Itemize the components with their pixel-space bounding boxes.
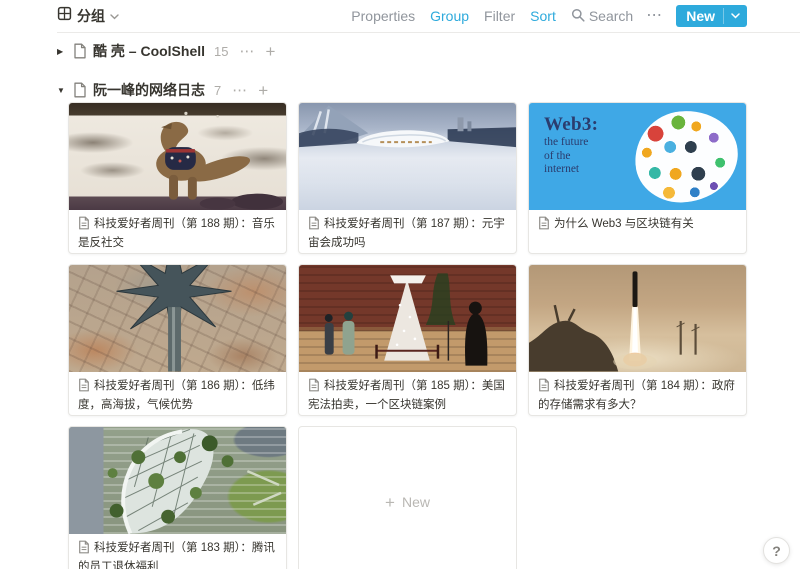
card-title-text: 科技爱好者周刊（第 184 期）：政府的存储需求有多大？ — [538, 380, 735, 411]
card-issue-184[interactable]: 科技爱好者周刊（第 184 期）：政府的存储需求有多大？ — [528, 264, 747, 416]
group-button[interactable]: Group — [430, 8, 469, 24]
group-count: 15 — [214, 44, 228, 59]
group-row-ruanyifeng: ▼ 阮一峰的网络日志 7 ⋯ + — [57, 79, 800, 101]
gallery-grid-icon — [57, 6, 72, 26]
document-icon — [308, 383, 320, 395]
search-icon — [571, 8, 585, 25]
document-icon — [538, 383, 550, 395]
group-count: 7 — [214, 83, 221, 98]
search-button[interactable]: Search — [571, 8, 633, 25]
web3-cover-heading: Web3: — [544, 114, 598, 136]
more-options-button[interactable]: ⋯ — [646, 8, 662, 24]
helix-building-illustration — [69, 427, 286, 534]
snow-resort-illustration — [299, 103, 516, 210]
search-label: Search — [589, 8, 633, 24]
filter-button[interactable]: Filter — [484, 8, 515, 24]
card-issue-187[interactable]: 科技爱好者周刊（第 187 期）：元宇宙会成功吗 — [298, 102, 517, 254]
help-button[interactable]: ? — [763, 537, 790, 564]
web3-cover-text: Web3: the future of the internet — [544, 114, 598, 177]
card-cover-rocket — [529, 265, 746, 372]
new-card-content: + New — [385, 494, 430, 511]
new-button-chevron[interactable] — [724, 5, 747, 27]
rocket-launch-illustration — [529, 265, 746, 372]
card-cover-dinosaur-museum — [69, 103, 286, 210]
card-issue-186[interactable]: 科技爱好者周刊（第 186 期）：低纬度，高海拔，气候优势 — [68, 264, 287, 416]
card-cover-web3: Web3: the future of the internet — [529, 103, 746, 210]
new-button-label[interactable]: New — [676, 5, 723, 27]
web3-icons-illustration — [631, 107, 742, 207]
notion-gallery-page: 分组 Properties Group Filter Sort Search ⋯… — [0, 0, 800, 569]
card-title-text: 为什么 Web3 与区块链有关 — [554, 218, 694, 230]
card-cover-snow-resort — [299, 103, 516, 210]
card-issue-185[interactable]: 科技爱好者周刊（第 185 期）：美国宪法拍卖，一个区块链案例 — [298, 264, 517, 416]
star-sculpture-illustration — [69, 265, 286, 372]
properties-button[interactable]: Properties — [351, 8, 415, 24]
help-question-mark: ? — [772, 543, 781, 559]
view-title: 分组 — [77, 6, 105, 26]
web3-cover-line: of the — [544, 150, 598, 164]
card-cover-plaza — [299, 265, 516, 372]
card-issue-188[interactable]: 科技爱好者周刊（第 188 期）：音乐是反社交 — [68, 102, 287, 254]
document-icon — [308, 221, 320, 233]
card-title-text: 科技爱好者周刊（第 187 期）：元宇宙会成功吗 — [308, 218, 505, 249]
collapse-toggle-icon[interactable]: ▶ — [57, 47, 73, 56]
new-card-button[interactable]: + New — [298, 426, 517, 569]
new-button[interactable]: New — [676, 5, 747, 27]
sort-button[interactable]: Sort — [530, 8, 556, 24]
card-title: 科技爱好者周刊（第 186 期）：低纬度，高海拔，气候优势 — [69, 372, 286, 416]
card-issue-183[interactable]: 科技爱好者周刊（第 183 期）：腾讯的员工退休福利 — [68, 426, 287, 569]
chevron-down-icon — [110, 7, 119, 25]
document-icon — [538, 221, 550, 233]
card-title: 科技爱好者周刊（第 184 期）：政府的存储需求有多大？ — [529, 372, 746, 416]
new-card-label: New — [402, 494, 430, 510]
group-title[interactable]: 阮一峰的网络日志 — [93, 80, 205, 100]
toolbar-divider — [57, 32, 800, 33]
view-switcher[interactable]: 分组 — [57, 6, 119, 26]
group-row-coolshell: ▶ 酷 壳 – CoolShell 15 ⋯ + — [57, 40, 800, 62]
view-toolbar: 分组 Properties Group Filter Sort Search ⋯… — [0, 0, 800, 32]
card-title-text: 科技爱好者周刊（第 185 期）：美国宪法拍卖，一个区块链案例 — [308, 380, 505, 411]
document-icon — [78, 383, 90, 395]
group-add-icon[interactable]: + — [265, 43, 275, 60]
card-title-text: 科技爱好者周刊（第 188 期）：音乐是反社交 — [78, 218, 275, 249]
group-list: ▶ 酷 壳 – CoolShell 15 ⋯ + ▼ 阮一峰的网络日志 7 ⋯ … — [0, 40, 800, 101]
group-more-icon[interactable]: ⋯ — [239, 44, 254, 59]
card-title: 科技爱好者周刊（第 187 期）：元宇宙会成功吗 — [299, 210, 516, 254]
document-icon — [78, 221, 90, 233]
card-title-text: 科技爱好者周刊（第 183 期）：腾讯的员工退休福利 — [78, 542, 275, 569]
web3-cover-line: the future — [544, 136, 598, 150]
card-web3[interactable]: Web3: the future of the internet 为什么 Web… — [528, 102, 747, 254]
card-title-text: 科技爱好者周刊（第 186 期）：低纬度，高海拔，气候优势 — [78, 380, 275, 411]
web3-cover-line: internet — [544, 163, 598, 177]
gallery-grid: 科技爱好者周刊（第 188 期）：音乐是反社交 科技爱好者周刊（第 187 期）… — [68, 102, 800, 569]
expand-toggle-icon[interactable]: ▼ — [57, 86, 73, 95]
card-title: 科技爱好者周刊（第 185 期）：美国宪法拍卖，一个区块链案例 — [299, 372, 516, 416]
card-title: 科技爱好者周刊（第 183 期）：腾讯的员工退休福利 — [69, 534, 286, 569]
document-icon — [78, 545, 90, 557]
group-add-icon[interactable]: + — [258, 82, 268, 99]
page-icon — [73, 82, 87, 98]
plaza-scene-illustration — [299, 265, 516, 372]
plus-icon: + — [385, 494, 395, 511]
group-more-icon[interactable]: ⋯ — [232, 83, 247, 98]
card-title: 为什么 Web3 与区块链有关 — [529, 210, 746, 243]
card-cover-city-aerial — [69, 265, 286, 372]
card-title: 科技爱好者周刊（第 188 期）：音乐是反社交 — [69, 210, 286, 254]
dinosaur-illustration — [69, 103, 286, 210]
group-title[interactable]: 酷 壳 – CoolShell — [93, 41, 205, 61]
page-icon — [73, 43, 87, 59]
card-cover-helix-building — [69, 427, 286, 534]
